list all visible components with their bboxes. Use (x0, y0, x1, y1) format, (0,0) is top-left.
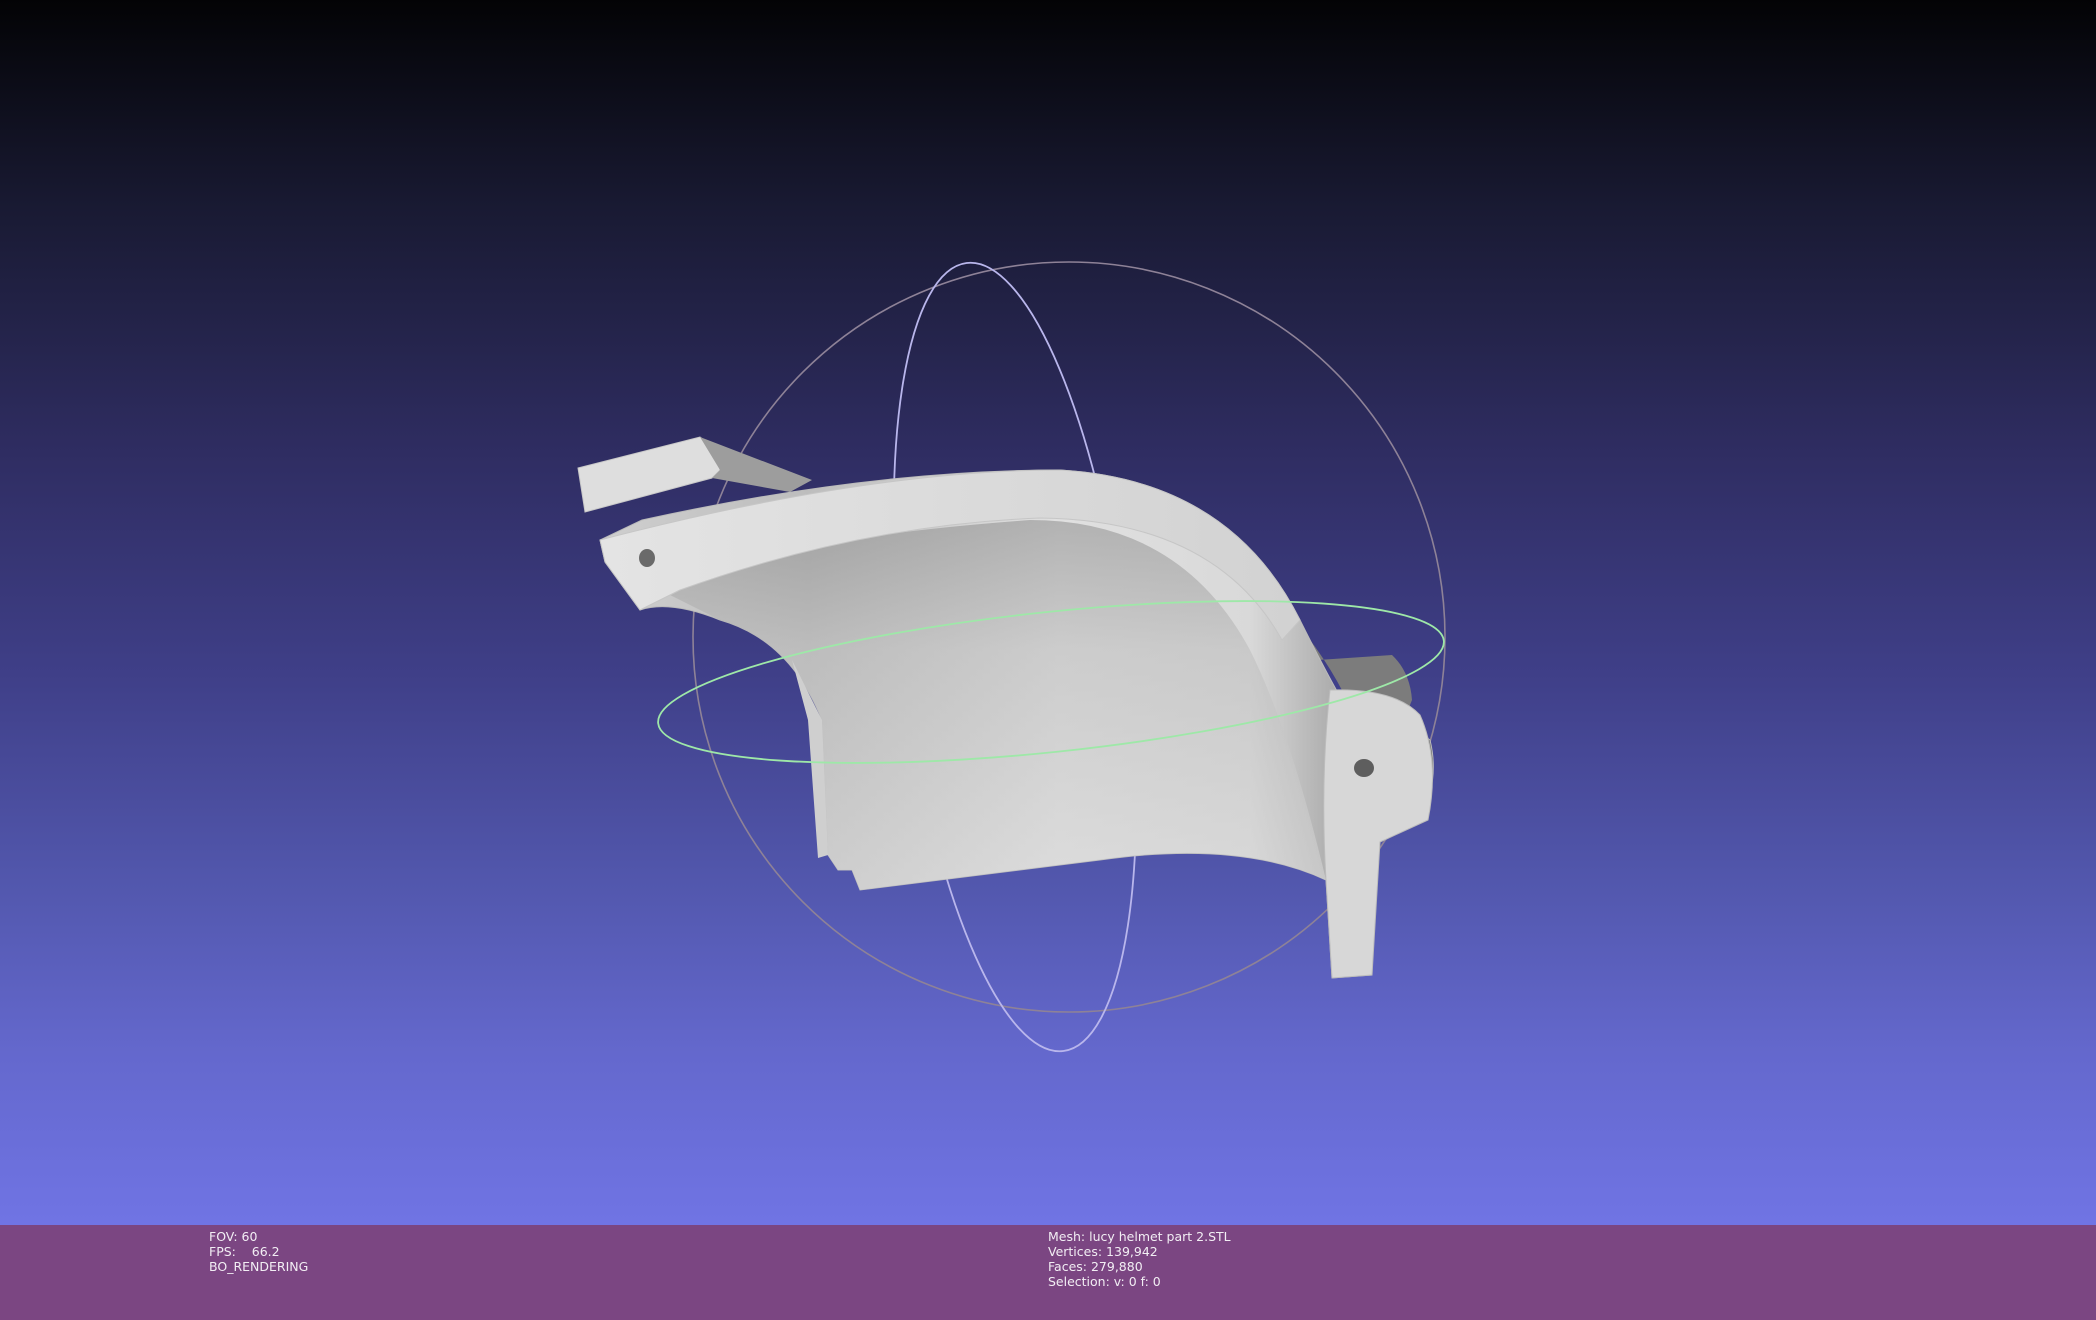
fps-label: FPS: (209, 1244, 236, 1259)
screw-hole-right (1354, 759, 1374, 777)
info-bar: FOV: 60 FPS: 66.2 BO_RENDERING Mesh: luc… (0, 1225, 2096, 1320)
render-mode-readout: BO_RENDERING (209, 1259, 309, 1274)
vertices-readout: Vertices: 139,942 (1048, 1244, 1158, 1259)
faces-readout: Faces: 279,880 (1048, 1259, 1143, 1274)
selection-readout: Selection: v: 0 f: 0 (1048, 1274, 1161, 1289)
3d-viewport[interactable] (0, 0, 2096, 1225)
scene-canvas[interactable] (0, 0, 2096, 1225)
fov-readout: FOV: 60 (209, 1229, 258, 1244)
screw-hole-left (639, 549, 655, 567)
render-info: FOV: 60 FPS: 66.2 BO_RENDERING (209, 1229, 308, 1274)
fps-value: 66.2 (251, 1244, 280, 1259)
helmet-mesh[interactable] (577, 436, 1434, 979)
mesh-info: Mesh: lucy helmet part 2.STL Vertices: 1… (1048, 1229, 1231, 1289)
mesh-name-readout: Mesh: lucy helmet part 2.STL (1048, 1229, 1231, 1244)
fps-readout: FPS: 66.2 (209, 1244, 308, 1259)
